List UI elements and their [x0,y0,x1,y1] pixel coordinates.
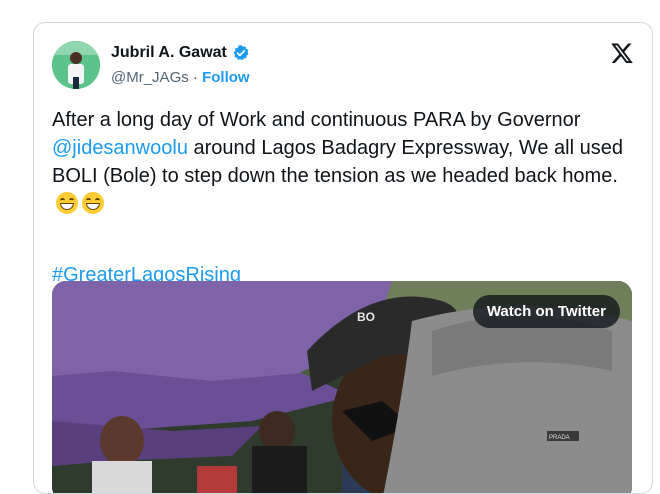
follow-button[interactable]: Follow [202,69,250,86]
embedded-tweet-card: Jubril A. Gawat @Mr_JAGs · Follow After … [33,22,653,494]
shirt-text: PRADA [549,435,570,441]
mention-link[interactable]: @jidesanwoolu [52,137,188,159]
author-handle[interactable]: @Mr_JAGs [111,69,189,86]
author-name[interactable]: Jubril A. Gawat [111,44,250,62]
watch-on-twitter-button[interactable]: Watch on Twitter [472,295,620,328]
tweet-text: After a long day of Work and continuous … [52,106,637,218]
separator-dot: · [192,69,198,86]
avatar[interactable] [52,41,100,89]
x-logo-icon[interactable] [610,41,634,65]
cap-text: BO [357,310,375,324]
grinning-face-icon [56,192,78,214]
author-name-text[interactable]: Jubril A. Gawat [111,44,227,62]
tweet-video-media[interactable]: BO PRADA Watch on Twitter [52,281,632,493]
grinning-face-icon [82,192,104,214]
tweet-text-part1: After a long day of Work and continuous … [52,109,581,131]
verified-badge-icon [232,44,250,62]
author-handle-line: @Mr_JAGs · Follow [111,69,250,86]
